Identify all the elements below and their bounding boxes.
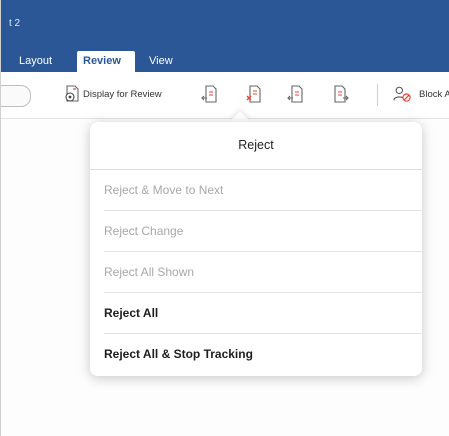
reject-menu-popover: Reject Reject & Move to Next Reject Chan…: [90, 122, 422, 376]
menu-item-reject-all-and-stop-tracking[interactable]: Reject All & Stop Tracking: [104, 334, 422, 374]
ribbon-header: t 2 Layout Review View: [1, 0, 449, 72]
block-authors-icon[interactable]: [393, 84, 411, 104]
word-app-window: t 2 Layout Review View Display for Revie…: [0, 0, 449, 436]
previous-change-icon[interactable]: [201, 84, 219, 104]
menu-item-reject-change: Reject Change: [104, 211, 422, 252]
tab-view[interactable]: View: [149, 51, 173, 72]
accept-icon[interactable]: [287, 84, 305, 104]
menu-item-reject-and-move-to-next: Reject & Move to Next: [104, 170, 422, 211]
document-title: t 2: [9, 18, 21, 29]
toolbar-separator: [377, 84, 378, 106]
next-change-icon[interactable]: [331, 84, 349, 104]
reject-icon[interactable]: [245, 84, 263, 104]
reject-menu-list: Reject & Move to Next Reject Change Reje…: [90, 170, 422, 374]
reject-menu-title: Reject: [90, 122, 422, 170]
menu-item-reject-all[interactable]: Reject All: [104, 293, 422, 334]
tab-layout[interactable]: Layout: [19, 51, 52, 72]
tab-review[interactable]: Review: [77, 51, 135, 72]
markup-toggle-button[interactable]: [1, 85, 31, 107]
display-for-review-label[interactable]: Display for Review: [83, 86, 162, 104]
review-toolbar: Display for Review Block A: [1, 72, 449, 119]
menu-item-reject-all-shown: Reject All Shown: [104, 252, 422, 293]
block-authors-label[interactable]: Block A: [419, 86, 449, 104]
display-review-icon[interactable]: [63, 84, 81, 104]
